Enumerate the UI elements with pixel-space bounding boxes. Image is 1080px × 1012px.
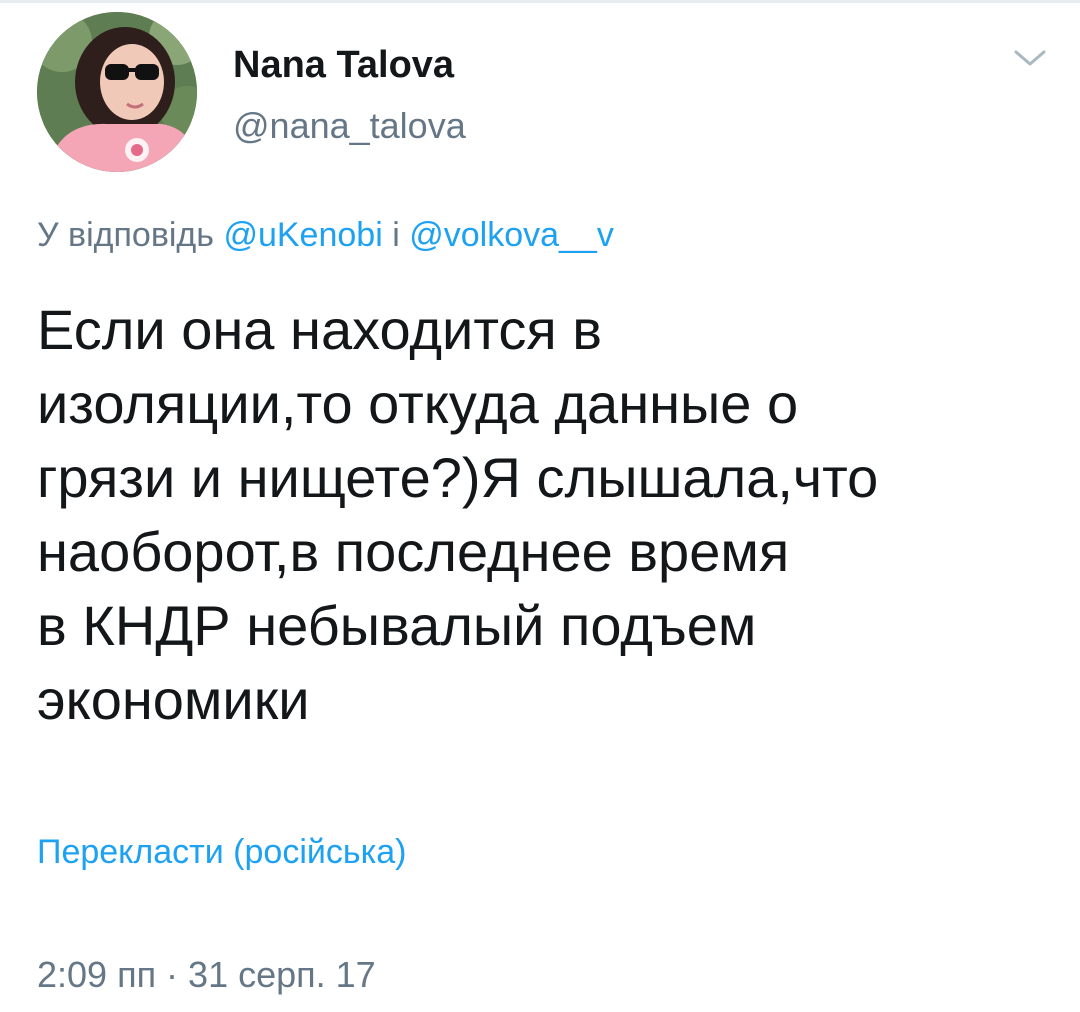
tweet-text-line: Если она находится в: [37, 298, 602, 361]
tweet-text-line: наоборот,в последнее время: [37, 520, 790, 583]
mention-link-volkova[interactable]: @volkova__v: [409, 216, 614, 254]
avatar[interactable]: [37, 12, 197, 172]
author-handle[interactable]: @nana_talova: [233, 104, 466, 148]
tweet-text-line: изоляции,то откуда данные о: [37, 372, 799, 435]
tweet-text-line: грязи и нищете?)Я слышала,что: [37, 446, 879, 509]
reply-context: У відповідь @uKenobi і @volkova__v: [37, 213, 614, 257]
reply-connector: і: [392, 216, 400, 254]
tweet-text-line: в КНДР небывалый подъем: [37, 594, 757, 657]
mention-link-ukenobi[interactable]: @uKenobi: [223, 216, 382, 254]
chevron-down-icon[interactable]: [1008, 40, 1052, 76]
tweet-text: Если она находится в изоляции,то откуда …: [37, 293, 1047, 737]
tweet-text-line: экономики: [37, 668, 310, 731]
reply-prefix: У відповідь: [37, 216, 214, 254]
tweet-timestamp[interactable]: 2:09 пп · 31 серп. 17: [37, 952, 376, 998]
top-divider: [0, 0, 1080, 3]
avatar-photo: [37, 12, 197, 172]
author-name[interactable]: Nana Talova: [233, 42, 454, 88]
translate-link[interactable]: Перекласти (російська): [37, 829, 406, 875]
